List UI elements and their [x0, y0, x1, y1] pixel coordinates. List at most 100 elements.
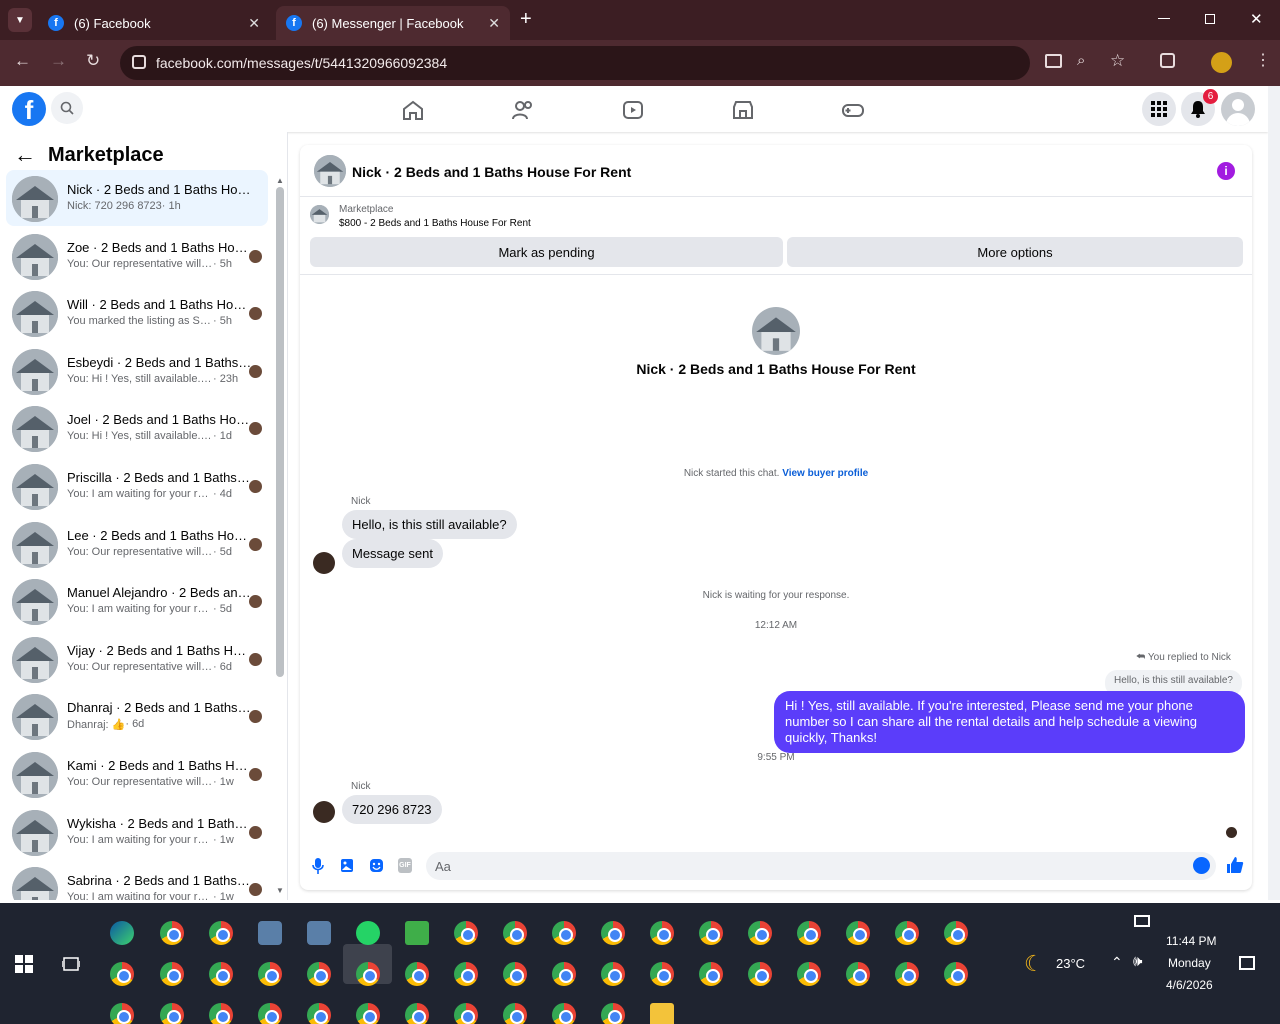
- facebook-logo-icon[interactable]: f: [12, 92, 46, 126]
- minimize-button[interactable]: [1158, 18, 1170, 19]
- conversation-item[interactable]: Wykisha · 2 Beds and 1 Baths House For R…: [6, 804, 268, 860]
- message-bubble[interactable]: Hello, is this still available?: [342, 510, 517, 539]
- chrome-app-icon[interactable]: [503, 921, 527, 945]
- chrome-app-icon[interactable]: [307, 1003, 331, 1024]
- system-app-icon[interactable]: [258, 921, 282, 945]
- my-message-bubble[interactable]: Hi ! Yes, still available. If you're int…: [774, 691, 1245, 753]
- view-buyer-profile-link[interactable]: View buyer profile: [782, 468, 868, 479]
- address-bar[interactable]: facebook.com/messages/t/5441320966092384: [120, 46, 1030, 80]
- conversation-item[interactable]: Sabrina · 2 Beds and 1 Baths House For R…: [6, 861, 268, 900]
- chrome-app-icon[interactable]: [209, 921, 233, 945]
- conversation-info-icon[interactable]: i: [1217, 162, 1235, 180]
- restore-button[interactable]: [1205, 14, 1215, 24]
- emoji-icon[interactable]: [1193, 857, 1210, 874]
- chrome-app-icon[interactable]: [601, 962, 625, 986]
- nick-avatar[interactable]: [313, 552, 335, 574]
- file-explorer-icon[interactable]: [650, 1003, 674, 1024]
- chrome-app-icon[interactable]: [258, 962, 282, 986]
- conversation-item[interactable]: Zoe · 2 Beds and 1 Baths House For Rent Y…: [6, 228, 268, 284]
- chrome-app-icon[interactable]: [699, 962, 723, 986]
- chrome-app-icon[interactable]: [209, 1003, 233, 1024]
- friends-icon[interactable]: [511, 99, 535, 121]
- chrome-app-icon[interactable]: [160, 962, 184, 986]
- forward-icon[interactable]: →: [50, 51, 67, 71]
- account-avatar[interactable]: [1221, 92, 1255, 126]
- scroll-down-arrow[interactable]: ▼: [276, 886, 284, 895]
- chrome-app-icon[interactable]: [454, 1003, 478, 1024]
- profile-avatar[interactable]: [1211, 52, 1232, 73]
- conversation-item[interactable]: Will · 2 Beds and 1 Baths House For Rent…: [6, 285, 268, 341]
- network-icon[interactable]: [1134, 915, 1150, 927]
- notification-center-icon[interactable]: [1239, 956, 1255, 970]
- clock-time[interactable]: 11:44 PM: [1166, 934, 1216, 948]
- volume-icon[interactable]: 🕪: [1133, 953, 1142, 970]
- chrome-app-icon[interactable]: [503, 962, 527, 986]
- chrome-app-icon[interactable]: [601, 1003, 625, 1024]
- message-bubble[interactable]: Message sent: [342, 539, 443, 568]
- edge-app-icon[interactable]: [110, 921, 134, 945]
- more-options-button[interactable]: More options: [787, 237, 1243, 267]
- chrome-app-icon[interactable]: [110, 962, 134, 986]
- conversation-item[interactable]: Esbeydi · 2 Beds and 1 Baths House For R…: [6, 343, 268, 399]
- gif-icon[interactable]: GIF: [398, 858, 412, 873]
- whatsapp-app-icon[interactable]: [356, 921, 380, 945]
- chrome-app-icon[interactable]: [846, 962, 870, 986]
- chrome-app-icon[interactable]: [356, 962, 380, 986]
- close-tab-icon[interactable]: ✕: [248, 15, 260, 32]
- back-icon[interactable]: ←: [14, 51, 31, 71]
- like-thumb-icon[interactable]: [1226, 856, 1244, 874]
- search-button[interactable]: [51, 92, 83, 124]
- message-bubble[interactable]: 720 296 8723: [342, 795, 442, 824]
- chrome-app-icon[interactable]: [797, 962, 821, 986]
- site-info-icon[interactable]: [132, 55, 146, 69]
- tab-facebook[interactable]: f (6) Facebook ✕: [38, 6, 270, 40]
- chrome-app-icon[interactable]: [160, 1003, 184, 1024]
- chrome-app-icon[interactable]: [258, 1003, 282, 1024]
- install-app-icon[interactable]: [1045, 54, 1062, 68]
- profile-avatar-large[interactable]: [752, 307, 800, 355]
- photo-icon[interactable]: [340, 858, 354, 873]
- sticker-icon[interactable]: [369, 858, 384, 873]
- gaming-icon[interactable]: [841, 99, 865, 121]
- close-window-button[interactable]: ✕: [1250, 10, 1263, 28]
- conversation-item[interactable]: Kami · 2 Beds and 1 Baths House For Rent…: [6, 746, 268, 802]
- scroll-up-arrow[interactable]: ▲: [276, 176, 284, 185]
- chrome-app-icon[interactable]: [552, 1003, 576, 1024]
- reload-icon[interactable]: ↻: [86, 51, 100, 71]
- new-tab-button[interactable]: +: [520, 8, 532, 31]
- notepad-app-icon[interactable]: [405, 921, 429, 945]
- close-tab-icon[interactable]: ✕: [488, 15, 500, 32]
- conversation-item[interactable]: Vijay · 2 Beds and 1 Baths House For Ren…: [6, 631, 268, 687]
- tab-search-button[interactable]: ▼: [8, 8, 32, 32]
- weather-temp[interactable]: 23°C: [1056, 956, 1085, 971]
- chrome-app-icon[interactable]: [454, 962, 478, 986]
- chrome-app-icon[interactable]: [552, 962, 576, 986]
- browser-menu-icon[interactable]: ⋮: [1255, 50, 1271, 70]
- tab-messenger[interactable]: f (6) Messenger | Facebook ✕: [276, 6, 510, 40]
- menu-button[interactable]: [1142, 92, 1176, 126]
- video-icon[interactable]: [621, 99, 645, 121]
- chrome-app-icon[interactable]: [748, 962, 772, 986]
- weather-moon-icon[interactable]: ☾: [1024, 951, 1044, 977]
- microphone-icon[interactable]: [312, 858, 324, 874]
- chrome-app-icon[interactable]: [454, 921, 478, 945]
- tray-chevron-icon[interactable]: ⌃: [1111, 954, 1123, 971]
- chrome-app-icon[interactable]: [895, 921, 919, 945]
- chrome-app-icon[interactable]: [944, 962, 968, 986]
- chrome-app-icon[interactable]: [797, 921, 821, 945]
- clock-day[interactable]: Monday: [1168, 956, 1211, 970]
- listing-avatar[interactable]: [314, 155, 346, 187]
- chrome-app-icon[interactable]: [944, 921, 968, 945]
- chrome-app-icon[interactable]: [552, 921, 576, 945]
- chrome-app-icon[interactable]: [601, 921, 625, 945]
- extensions-icon[interactable]: [1160, 53, 1175, 68]
- marketplace-icon[interactable]: [731, 99, 755, 121]
- nick-avatar[interactable]: [313, 801, 335, 823]
- conversation-item[interactable]: Nick · 2 Beds and 1 Baths House For Rent…: [6, 170, 268, 226]
- chrome-app-icon[interactable]: [307, 962, 331, 986]
- listing-thumbnail[interactable]: [310, 205, 329, 224]
- conversation-item[interactable]: Manuel Alejandro · 2 Beds and 1 Baths Ho…: [6, 573, 268, 629]
- chrome-app-icon[interactable]: [650, 921, 674, 945]
- chat-title[interactable]: Nick · 2 Beds and 1 Baths House For Rent: [352, 164, 631, 180]
- sidebar-scrollbar[interactable]: [276, 187, 284, 677]
